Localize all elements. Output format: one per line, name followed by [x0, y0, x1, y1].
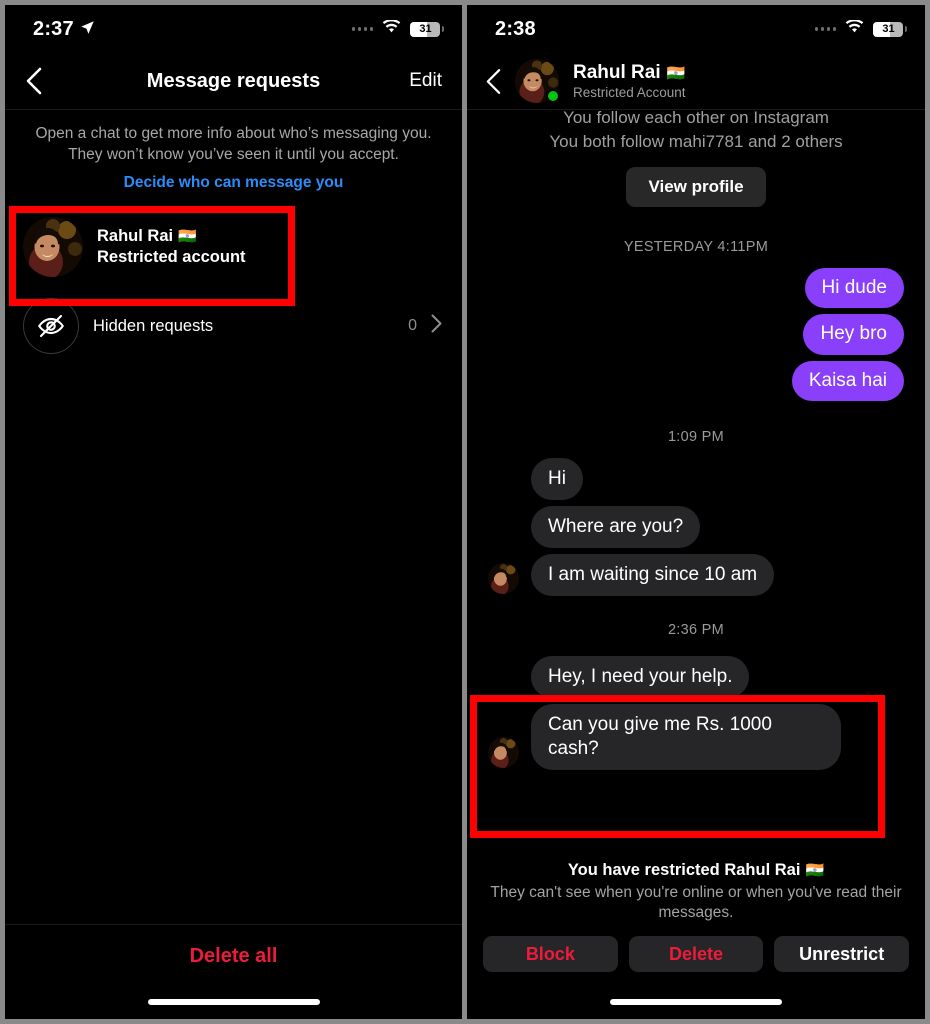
chat-title-line: Rahul Rai 🇮🇳: [573, 62, 686, 84]
request-username: Rahul Rai: [97, 227, 174, 246]
hidden-requests-count: 0: [408, 317, 417, 335]
hidden-requests-label: Hidden requests: [93, 316, 214, 335]
hidden-requests-row[interactable]: Hidden requests 0: [5, 288, 462, 364]
timestamp-yesterday: YESTERDAY 4:11PM: [623, 239, 769, 256]
status-bar-left: 2:37 31: [5, 5, 462, 53]
edit-button[interactable]: Edit: [409, 70, 442, 92]
navigation-bar: Message requests Edit: [5, 53, 462, 110]
message-bubble-outgoing[interactable]: Hey bro: [803, 314, 904, 355]
request-row-text: Rahul Rai 🇮🇳 Restricted account: [97, 227, 246, 267]
cellular-dots-icon: [351, 27, 373, 31]
timestamp-236pm: 2:36 PM: [667, 622, 725, 639]
india-flag-emoji: 🇮🇳: [805, 861, 825, 879]
message-bubble-incoming[interactable]: Where are you?: [531, 505, 701, 549]
message-request-row[interactable]: Rahul Rai 🇮🇳 Restricted account: [5, 206, 462, 288]
home-indicator-left: [147, 999, 320, 1005]
timestamp-109pm: 1:09 PM: [667, 428, 725, 445]
back-button[interactable]: [25, 67, 42, 95]
hidden-requests-meta: 0: [408, 314, 442, 338]
status-time-left: 2:37: [33, 18, 95, 41]
message-bubble-outgoing[interactable]: Kaisa hai: [791, 360, 904, 401]
chat-subtitle: Restricted Account: [573, 85, 686, 100]
mutual-follow-info: You follow each other on Instagram You b…: [483, 110, 909, 154]
eye-slash-icon: [23, 298, 79, 355]
message-bubble-incoming[interactable]: Hey, I need your help.: [531, 656, 750, 699]
block-button[interactable]: Block: [483, 936, 618, 972]
sender-avatar-thumb: [488, 563, 519, 595]
online-status-dot: [546, 89, 560, 103]
battery-level-left: 31: [419, 22, 432, 35]
message-bubble-outgoing[interactable]: Hi dude: [804, 268, 904, 309]
delete-all-button[interactable]: Delete all: [5, 945, 462, 968]
request-name-line: Rahul Rai 🇮🇳: [97, 227, 246, 246]
cellular-dots-icon: [814, 27, 836, 31]
status-time-text-right: 2:38: [495, 17, 536, 40]
follow-line-2: You both follow mahi7781 and 2 others: [549, 132, 843, 152]
chevron-right-icon: [431, 314, 442, 338]
status-indicators-right: 31: [814, 18, 907, 39]
info-line-2: They won’t know you’ve seen it until you…: [68, 145, 399, 163]
info-block: Open a chat to get more info about who’s…: [5, 110, 462, 192]
info-line-1: Open a chat to get more info about who’s…: [35, 125, 432, 142]
restricted-title: You have restricted Rahul Rai 🇮🇳: [489, 861, 903, 880]
wifi-icon: [382, 18, 401, 39]
user-avatar-photo: [23, 217, 83, 278]
india-flag-emoji: 🇮🇳: [666, 64, 686, 82]
chat-header-text: Rahul Rai 🇮🇳 Restricted Account: [573, 62, 686, 100]
india-flag-emoji: 🇮🇳: [178, 228, 197, 246]
battery-indicator-left: 31: [410, 21, 444, 37]
message-bubble-incoming[interactable]: Hi: [531, 457, 583, 500]
incoming-message-group-1: Hi Where are you? I am waiting since 10 …: [483, 457, 909, 597]
home-indicator-right: [610, 999, 782, 1005]
page-title: Message requests: [146, 69, 321, 92]
message-requests-screen: 2:37 31 Message requests Edit Open a cha…: [5, 5, 462, 1019]
delete-button[interactable]: Delete: [628, 936, 764, 972]
restricted-notice: You have restricted Rahul Rai 🇮🇳 They ca…: [467, 861, 925, 923]
wifi-icon: [845, 18, 864, 39]
battery-level-right: 31: [882, 22, 895, 35]
chat-screen: 2:38 31 Rahul Rai 🇮🇳 Restricted Account …: [467, 5, 925, 1019]
view-profile-wrap: View profile: [483, 167, 909, 208]
status-indicators-left: 31: [351, 18, 444, 39]
chat-avatar[interactable]: [515, 59, 560, 103]
request-subtitle: Restricted account: [97, 248, 246, 267]
restricted-title-text: You have restricted Rahul Rai: [567, 860, 801, 879]
status-time-right: 2:38: [495, 18, 536, 41]
chat-action-buttons: Block Delete Unrestrict: [467, 936, 925, 972]
unrestrict-button[interactable]: Unrestrict: [774, 936, 910, 972]
battery-indicator-right: 31: [873, 21, 907, 37]
chat-header: Rahul Rai 🇮🇳 Restricted Account: [467, 53, 925, 110]
restricted-subtitle: They can't see when you're online or whe…: [490, 883, 902, 921]
message-bubble-incoming[interactable]: Can you give me Rs. 1000 cash?: [531, 704, 841, 770]
decide-who-can-message-link[interactable]: Decide who can message you: [31, 174, 436, 192]
location-arrow-icon: [80, 18, 95, 41]
request-list: Rahul Rai 🇮🇳 Restricted account Hidden r…: [5, 206, 462, 364]
chat-back-button[interactable]: [485, 68, 501, 95]
chat-username: Rahul Rai: [573, 62, 661, 83]
message-bubble-incoming[interactable]: I am waiting since 10 am: [531, 554, 775, 597]
incoming-message-group-2: Hey, I need your help. Can you give me R…: [483, 656, 909, 770]
status-bar-right: 2:38 31: [467, 5, 925, 53]
screenshot-frame: 2:37 31 Message requests Edit Open a cha…: [0, 0, 930, 1024]
sender-avatar-thumb: [488, 736, 519, 768]
view-profile-button[interactable]: View profile: [626, 167, 766, 208]
follow-line-1: You follow each other on Instagram: [563, 110, 829, 127]
outgoing-message-group: Hi dude Hey bro Kaisa hai: [483, 268, 909, 401]
status-time-text: 2:37: [33, 17, 74, 40]
left-footer: Delete all: [5, 924, 462, 1019]
